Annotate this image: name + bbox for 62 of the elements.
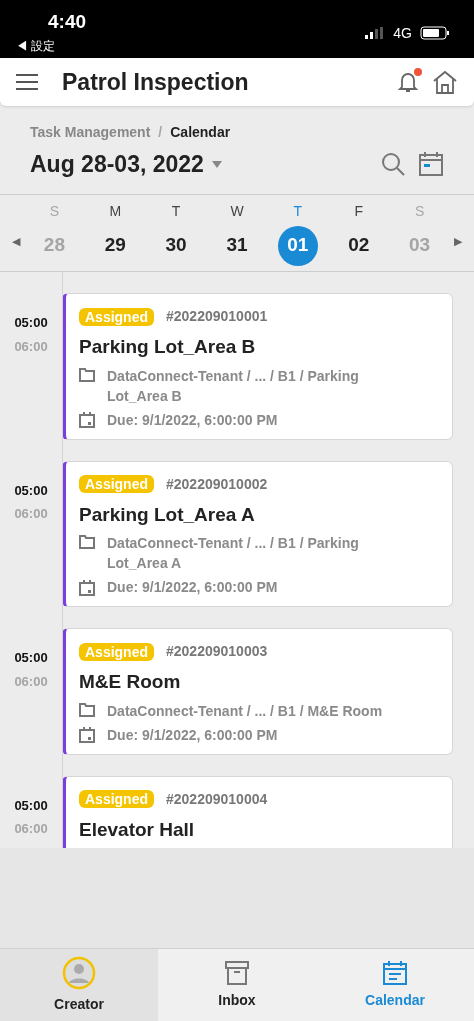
end-time: 06:00 bbox=[14, 820, 48, 838]
status-badge: Assigned bbox=[79, 475, 154, 493]
date-range-dropdown[interactable]: Aug 28-03, 2022 bbox=[30, 147, 204, 182]
day-cell[interactable]: M 29 bbox=[84, 200, 146, 266]
due-date: Due: 9/1/2022, 6:00:00 PM bbox=[107, 410, 278, 430]
breadcrumb-current: Calendar bbox=[170, 123, 231, 142]
back-to-settings[interactable]: ◀ 設定 bbox=[16, 36, 87, 55]
location-path: DataConnect-Tenant / ... / B1 / M&E Room bbox=[107, 701, 384, 721]
battery-icon bbox=[420, 26, 450, 40]
task-card[interactable]: Assigned #202209010004 Elevator Hall bbox=[62, 775, 453, 848]
day-cell[interactable]: W 31 bbox=[206, 200, 268, 266]
app-title: Patrol Inspection bbox=[62, 67, 250, 97]
status-badge: Assigned bbox=[79, 307, 154, 326]
day-cell[interactable]: F 02 bbox=[328, 200, 390, 266]
end-time: 06:00 bbox=[14, 672, 48, 691]
task-number: #202209010004 bbox=[166, 789, 268, 809]
start-time: 05:00 bbox=[14, 796, 48, 815]
previous-week-button[interactable]: ◀ bbox=[8, 232, 24, 250]
task-number: #202209010003 bbox=[166, 642, 268, 661]
breadcrumb-separator: / bbox=[158, 123, 163, 142]
search-icon[interactable] bbox=[380, 151, 406, 178]
notification-bell-icon[interactable] bbox=[396, 70, 420, 94]
box-icon bbox=[224, 959, 250, 986]
calendar-icon bbox=[79, 727, 95, 743]
status-time: 4:40 bbox=[48, 10, 87, 34]
signal-icon bbox=[365, 27, 386, 39]
folder-icon bbox=[79, 535, 95, 549]
due-date: Due: 9/1/2022, 6:00:00 PM bbox=[107, 578, 278, 597]
menu-icon[interactable] bbox=[16, 73, 38, 91]
task-title: M&E Room bbox=[79, 670, 182, 694]
tab-bar-item[interactable]: Inbox bbox=[158, 949, 316, 1021]
folder-icon bbox=[79, 702, 95, 717]
task-card[interactable]: Assigned #202209010001 Parking Lot_Area B DataConnect-Tenant / ... / B1 / Parking Lot_Area B Due: 9/1/2022, 6:00:00 PM bbox=[62, 293, 453, 440]
task-title: Elevator Hall bbox=[79, 817, 196, 842]
task-number: #202209010001 bbox=[166, 307, 268, 326]
avatar-icon bbox=[62, 955, 96, 990]
task-card[interactable]: Assigned #202209010003 M&E Room DataConnect-Tenant / ... / B1 / M&E Room Due: 9/1/2022, 6:00:00 PM bbox=[62, 628, 453, 755]
status-badge: Assigned bbox=[79, 790, 154, 808]
calendar-icon bbox=[382, 959, 408, 986]
task-number: #202209010002 bbox=[166, 474, 268, 494]
start-time: 05:00 bbox=[14, 314, 48, 332]
day-cell[interactable]: T 30 bbox=[145, 200, 207, 266]
task-title: Parking Lot_Area B bbox=[79, 335, 257, 359]
home-icon[interactable] bbox=[432, 69, 458, 95]
task-card[interactable]: Assigned #202209010002 Parking Lot_Area A DataConnect-Tenant / ... / B1 / Parking Lot_Area A Due: 9/1/2022, 6:00:00 PM bbox=[62, 460, 453, 607]
day-cell[interactable]: T 01 bbox=[267, 200, 329, 266]
location-path: DataConnect-Tenant / ... / B1 / Parking Lot_Area A bbox=[107, 534, 360, 573]
next-week-button[interactable]: ▶ bbox=[450, 232, 466, 250]
start-time: 05:00 bbox=[14, 649, 48, 667]
end-time: 06:00 bbox=[14, 505, 48, 523]
folder-icon bbox=[79, 367, 95, 382]
calendar-icon[interactable] bbox=[418, 151, 444, 178]
task-title: Parking Lot_Area A bbox=[79, 502, 256, 527]
calendar-icon bbox=[79, 412, 95, 428]
end-time: 06:00 bbox=[14, 337, 48, 356]
network-type: 4G bbox=[393, 23, 412, 43]
due-date: Due: 9/1/2022, 6:00:00 PM bbox=[107, 725, 278, 745]
start-time: 05:00 bbox=[14, 481, 48, 500]
location-path: DataConnect-Tenant / ... / B1 / Parking Lot_Area B bbox=[107, 366, 360, 406]
calendar-icon bbox=[79, 579, 95, 596]
caret-icon[interactable] bbox=[211, 160, 222, 168]
status-badge: Assigned bbox=[79, 642, 154, 661]
